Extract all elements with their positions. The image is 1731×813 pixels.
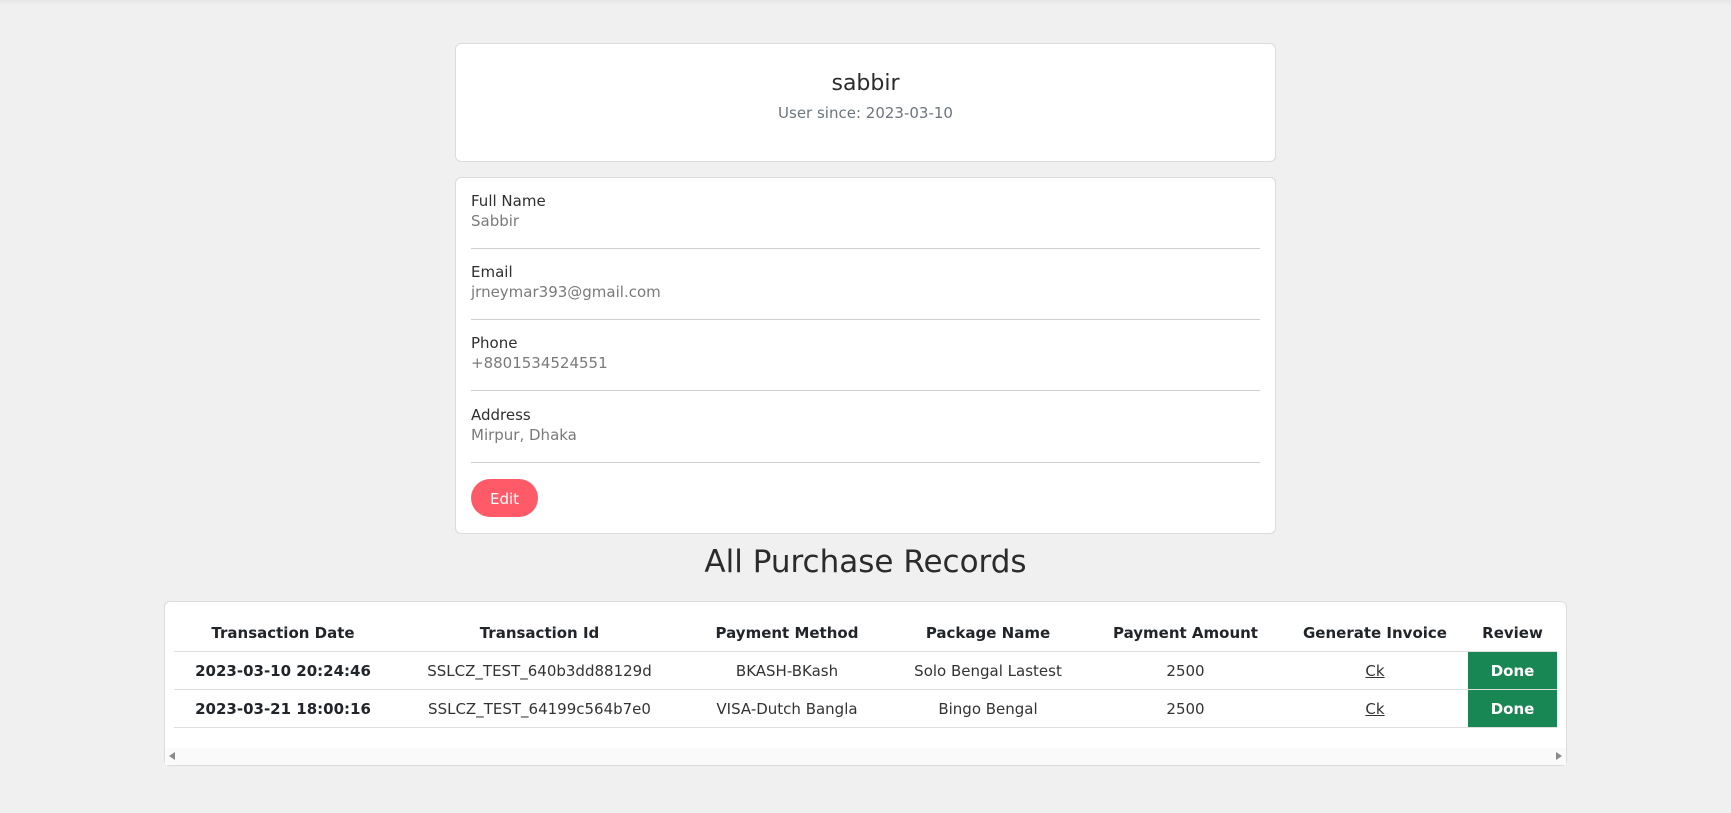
transaction-date-cell: 2023-03-10 20:24:46 [174, 651, 392, 690]
address-label: Address [471, 406, 531, 424]
phone-value: +8801534524551 [471, 354, 608, 372]
header-payment-amount: Payment Amount [1089, 614, 1282, 652]
user-since-text: User since: 2023-03-10 [778, 104, 953, 122]
full-name-value: Sabbir [471, 212, 520, 230]
phone-field: Phone +8801534524551 [471, 320, 1260, 391]
edit-button[interactable]: Edit [471, 479, 538, 517]
review-done-button[interactable]: Done [1468, 651, 1557, 690]
profile-details-card: Full Name Sabbir Email jrneymar393@gmail… [455, 177, 1276, 534]
phone-label: Phone [471, 334, 518, 352]
header-payment-method: Payment Method [687, 614, 887, 652]
purchase-records-title: All Purchase Records [704, 544, 1027, 580]
payment-amount-cell: 2500 [1089, 651, 1282, 690]
top-shadow [0, 0, 1731, 6]
generate-invoice-cell: Ck [1282, 689, 1468, 728]
full-name-field: Full Name Sabbir [471, 178, 1260, 249]
horizontal-scrollbar[interactable] [165, 748, 1566, 765]
invoice-link[interactable]: Ck [1365, 662, 1384, 680]
payment-method-cell: VISA-Dutch Bangla [687, 689, 887, 728]
email-value: jrneymar393@gmail.com [471, 283, 661, 301]
header-generate-invoice: Generate Invoice [1282, 614, 1468, 652]
full-name-label: Full Name [471, 192, 546, 210]
address-value: Mirpur, Dhaka [471, 426, 577, 444]
transaction-id-cell: SSLCZ_TEST_640b3dd88129d [392, 651, 687, 690]
header-review: Review [1468, 614, 1557, 652]
table-row: 2023-03-21 18:00:16 SSLCZ_TEST_64199c564… [174, 689, 1557, 728]
review-done-button[interactable]: Done [1468, 689, 1557, 728]
header-package-name: Package Name [887, 614, 1089, 652]
purchase-records-table: Transaction Date Transaction Id Payment … [174, 614, 1557, 728]
header-transaction-id: Transaction Id [392, 614, 687, 652]
scroll-left-icon[interactable] [169, 752, 175, 760]
payment-amount-cell: 2500 [1089, 689, 1282, 728]
payment-method-cell: BKASH-BKash [687, 651, 887, 690]
email-label: Email [471, 263, 513, 281]
table-header-row: Transaction Date Transaction Id Payment … [174, 614, 1557, 652]
address-field: Address Mirpur, Dhaka [471, 392, 1260, 463]
profile-username: sabbir [831, 71, 900, 96]
profile-header-card: sabbir User since: 2023-03-10 [455, 43, 1276, 162]
invoice-link[interactable]: Ck [1365, 700, 1384, 718]
package-name-cell: Solo Bengal Lastest [887, 651, 1089, 690]
package-name-cell: Bingo Bengal [887, 689, 1089, 728]
generate-invoice-cell: Ck [1282, 651, 1468, 690]
table-row: 2023-03-10 20:24:46 SSLCZ_TEST_640b3dd88… [174, 651, 1557, 690]
transaction-id-cell: SSLCZ_TEST_64199c564b7e0 [392, 689, 687, 728]
header-transaction-date: Transaction Date [174, 614, 392, 652]
email-field: Email jrneymar393@gmail.com [471, 249, 1260, 320]
purchase-records-card: Transaction Date Transaction Id Payment … [164, 601, 1567, 766]
scroll-right-icon[interactable] [1556, 752, 1562, 760]
transaction-date-cell: 2023-03-21 18:00:16 [174, 689, 392, 728]
